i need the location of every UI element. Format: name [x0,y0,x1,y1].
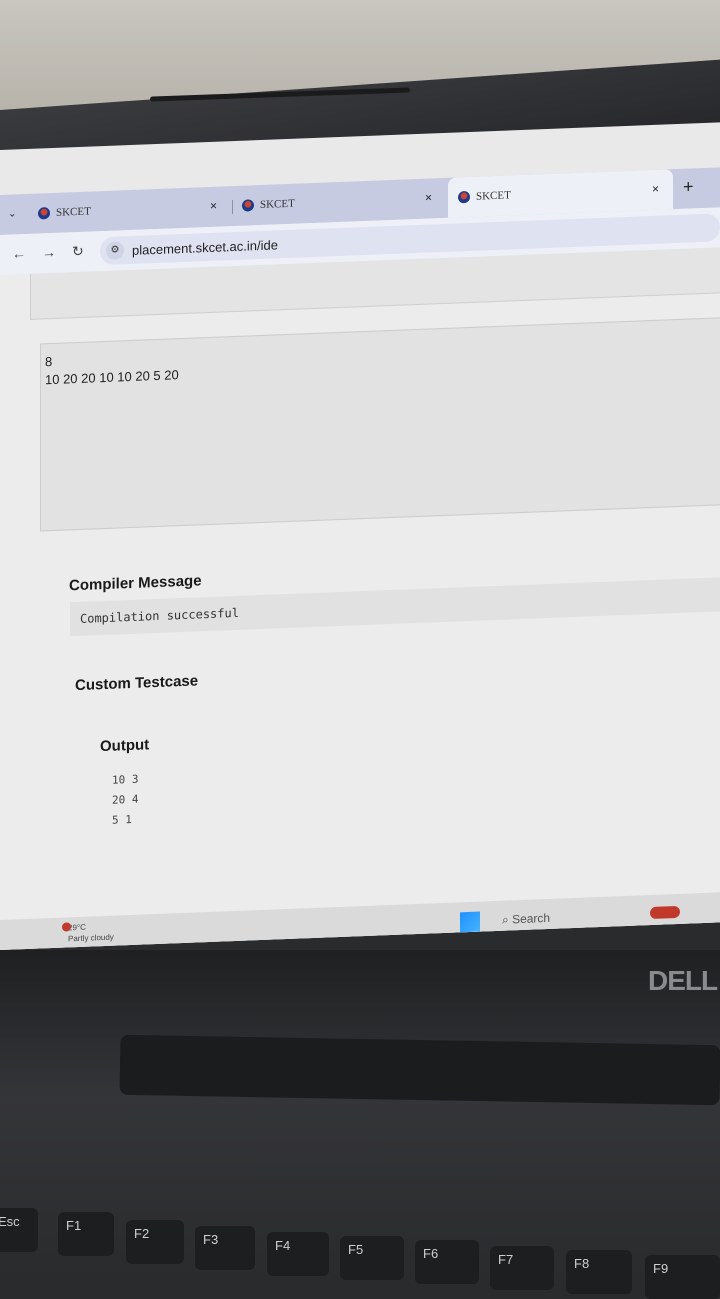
new-tab-button[interactable]: + [683,176,694,197]
laptop-screen: ⌄ SKCET × SKCET × SKCET × + ← → ↻ ⚙ plac… [0,122,720,950]
forward-arrow-icon[interactable]: → [42,244,56,261]
key-label: F1 [66,1218,82,1233]
url-text: placement.skcet.ac.in/ide [132,236,278,258]
laptop-hinge [119,1034,720,1106]
ide-content: 8 10 20 20 10 10 20 5 20 Compiler Messag… [0,246,720,950]
key-label: F2 [134,1226,150,1241]
compiler-message-text: Compilation successful [80,605,239,626]
weather-condition: Partly cloudy [68,932,114,944]
key-label: F4 [275,1238,291,1253]
output-line: 20 4 [112,792,139,807]
key-label: F6 [423,1246,439,1261]
taskbar-search[interactable]: ⌕ Search [502,911,550,928]
taskbar-app-icon[interactable] [650,905,680,920]
tab-title: SKCET [260,197,295,212]
compiler-message-heading: Compiler Message [69,572,202,595]
back-arrow-icon[interactable]: ← [12,245,26,262]
custom-input-textarea[interactable]: 8 10 20 20 10 10 20 5 20 [40,316,720,532]
key-f5[interactable]: F5 [340,1236,404,1280]
key-f8[interactable]: F8 [566,1250,632,1294]
tab-search-icon[interactable]: ⌄ [8,208,16,219]
key-f9[interactable]: F9 [645,1255,720,1299]
key-label: Esc [0,1214,20,1229]
tab-title: SKCET [56,205,91,219]
key-f4[interactable]: F4 [267,1232,329,1276]
key-f3[interactable]: F3 [195,1226,255,1270]
key-f7[interactable]: F7 [490,1246,554,1290]
windows-start-icon[interactable] [460,911,480,933]
close-tab-icon[interactable]: × [425,190,432,204]
output-line: 5 1 [112,812,132,827]
site-settings-icon[interactable]: ⚙ [106,241,124,260]
skcet-logo-icon [38,207,50,220]
tab-divider [232,200,233,215]
key-label: F9 [653,1261,669,1276]
weather-widget[interactable]: 29°C Partly cloudy [62,921,114,945]
output-line: 10 3 [112,772,139,787]
custom-testcase-heading: Custom Testcase [75,672,199,695]
key-label: F5 [348,1242,364,1257]
key-label: F8 [574,1256,590,1271]
reload-icon[interactable]: ↻ [72,243,84,260]
skcet-logo-icon [458,190,470,204]
skcet-logo-icon [242,199,254,212]
key-f2[interactable]: F2 [126,1220,184,1264]
dell-logo: DELL [648,965,718,996]
search-label: Search [512,910,551,927]
key-f1[interactable]: F1 [58,1212,114,1256]
close-tab-icon[interactable]: × [652,182,659,196]
output-box: 10 3 20 4 5 1 [112,770,139,831]
key-f6[interactable]: F6 [415,1240,479,1284]
key-label: F7 [498,1252,514,1267]
key-label: F3 [203,1232,219,1247]
close-tab-icon[interactable]: × [210,199,217,213]
key-esc[interactable]: Esc [0,1208,38,1252]
tab-title: SKCET [476,189,511,203]
output-heading: Output [100,736,150,756]
